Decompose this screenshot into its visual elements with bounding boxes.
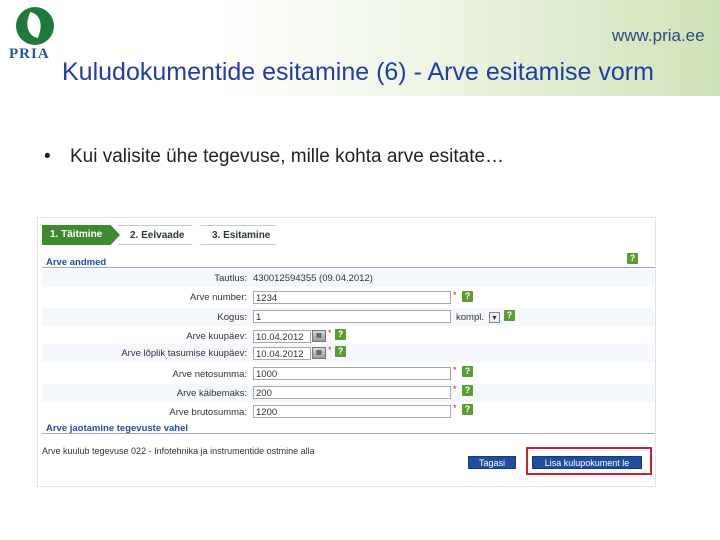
section-help-icon[interactable]: ? [627, 253, 638, 264]
step-eelvaade[interactable]: 2. Eelvaade [118, 225, 202, 245]
bullet-dot-icon: • [44, 146, 51, 167]
kuupaev-label: Arve kuupäev: [186, 331, 247, 342]
calendar-icon[interactable]: ▦ [312, 330, 326, 342]
help-icon[interactable]: ? [335, 329, 346, 340]
help-icon[interactable]: ? [462, 385, 473, 396]
arve-number-input[interactable]: 1234 [253, 291, 451, 304]
help-icon[interactable]: ? [335, 346, 346, 357]
brutosumma-label: Arve brutosumma: [169, 407, 247, 418]
kaibemaks-input[interactable]: 200 [253, 386, 451, 399]
help-icon[interactable]: ? [504, 310, 515, 321]
required-mark: * [328, 328, 332, 338]
highlight-box [526, 447, 652, 475]
logo-text: PRIA [9, 46, 50, 62]
required-mark: * [453, 290, 457, 300]
tasumise-label: Arve lõplik tasumise kuupäev: [121, 348, 247, 359]
kogus-label: Kogus: [217, 312, 247, 323]
wizard-steps: 1. Täitmine 2. Eelvaade 3. Esitamine [42, 225, 302, 247]
kaibemaks-label: Arve käibemaks: [176, 388, 247, 399]
kogus-unit-select[interactable]: kompl. [456, 312, 484, 323]
pria-logo: PRIA [4, 4, 66, 64]
required-mark: * [453, 384, 457, 394]
section-divider [42, 433, 655, 434]
netosumma-label: Arve netosumma: [172, 369, 247, 380]
site-url: www.pria.ee [612, 26, 705, 45]
tautlus-label: Tautlus: [214, 273, 247, 284]
netosumma-input[interactable]: 1000 [253, 367, 451, 380]
help-icon[interactable]: ? [462, 291, 473, 302]
tasumise-input[interactable]: 10.04.2012 [253, 347, 311, 360]
kuupaev-input[interactable]: 10.04.2012 [253, 330, 311, 343]
help-icon[interactable]: ? [462, 404, 473, 415]
bullet-text: Kui valisite ühe tegevuse, mille kohta a… [70, 146, 505, 167]
required-mark: * [453, 365, 457, 375]
required-mark: * [328, 345, 332, 355]
allocation-info-text: Arve kuulub tegevuse 022 - Infotehnika j… [42, 446, 315, 456]
slide-title: Kuludokumentide esitamine (6) - Arve esi… [62, 58, 654, 86]
help-icon[interactable]: ? [462, 366, 473, 377]
calendar-icon[interactable]: ▦ [312, 347, 326, 359]
tautlus-value: 430012594355 (09.04.2012) [253, 273, 373, 284]
section-divider [42, 267, 655, 268]
kogus-input[interactable]: 1 [253, 310, 451, 323]
arve-number-label: Arve number: [189, 292, 247, 303]
form-screenshot: 1. Täitmine 2. Eelvaade 3. Esitamine Arv… [37, 217, 656, 487]
back-button[interactable]: Tagasi [468, 456, 516, 469]
chevron-down-icon[interactable]: ▼ [489, 312, 500, 323]
brutosumma-input[interactable]: 1200 [253, 405, 451, 418]
step-taitmine[interactable]: 1. Täitmine [42, 225, 120, 245]
required-mark: * [453, 403, 457, 413]
step-esitamine[interactable]: 3. Esitamine [200, 225, 286, 245]
